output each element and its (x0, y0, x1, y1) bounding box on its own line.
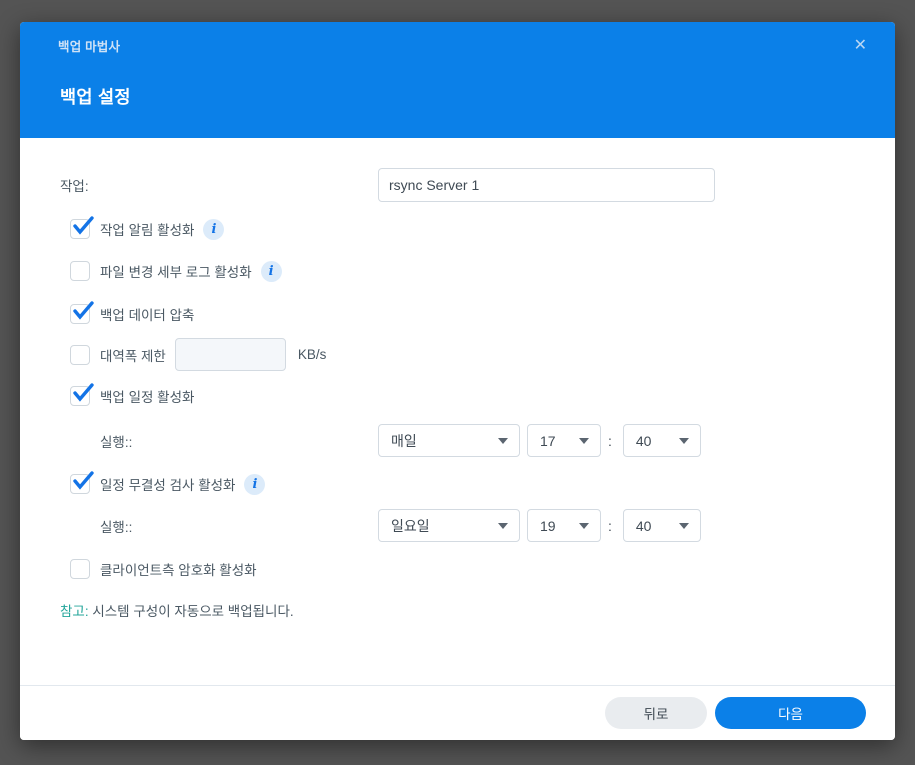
dialog-footer: 뒤로 다음 (20, 685, 895, 740)
titlebar: 백업 마법사 ✕ (20, 22, 895, 56)
next-button[interactable]: 다음 (715, 697, 866, 729)
compress-row: 백업 데이터 압축 (70, 301, 195, 325)
chevron-down-icon (579, 437, 589, 444)
backup-wizard-dialog: 백업 마법사 ✕ 백업 설정 작업: 작업 알림 활성화 i 파일 변경 세부 … (20, 22, 895, 740)
bandwidth-input[interactable] (174, 338, 286, 371)
bandwidth-checkbox[interactable] (70, 344, 90, 365)
integrity-row: 일정 무결성 검사 활성화 i (70, 471, 266, 495)
chevron-down-icon (498, 437, 508, 444)
filelog-label: 파일 변경 세부 로그 활성화 (100, 265, 252, 280)
schedule-checkbox[interactable] (70, 383, 94, 406)
info-icon[interactable]: i (260, 260, 282, 282)
page-title: 백업 설정 (60, 87, 131, 107)
schedule-frequency-select[interactable]: 매일 (378, 424, 520, 457)
dialog-title: 백업 마법사 (58, 40, 121, 54)
filelog-row: 파일 변경 세부 로그 활성화 i (70, 260, 282, 282)
schedule-label: 백업 일정 활성화 (100, 390, 195, 405)
schedule-row: 백업 일정 활성화 (70, 383, 195, 407)
schedule-run-controls: 매일 17 : 40 (378, 424, 701, 457)
chevron-down-icon (498, 522, 508, 529)
dialog-header: 백업 마법사 ✕ 백업 설정 (20, 22, 895, 138)
close-icon[interactable]: ✕ (850, 36, 871, 56)
schedule-run-row: 실행:: (100, 424, 132, 457)
filelog-checkbox[interactable] (70, 261, 90, 281)
notify-label: 작업 알림 활성화 (100, 223, 195, 238)
schedule-minute-select[interactable]: 40 (622, 424, 701, 457)
encryption-row: 클라이언트측 암호화 활성화 (70, 558, 257, 580)
note-prefix: 참고: (60, 604, 89, 619)
schedule-hour-select[interactable]: 17 (527, 424, 601, 457)
integrity-hour-select[interactable]: 19 (527, 509, 601, 542)
compress-label: 백업 데이터 압축 (100, 308, 195, 323)
notify-checkbox[interactable] (70, 216, 94, 239)
time-colon: : (608, 517, 612, 534)
integrity-run-label: 실행:: (100, 519, 133, 535)
integrity-run-row: 실행:: (100, 509, 132, 542)
chevron-down-icon (579, 522, 589, 529)
task-name-input[interactable] (378, 168, 715, 202)
integrity-checkbox[interactable] (70, 471, 94, 494)
note-text: 시스템 구성이 자동으로 백업됩니다. (88, 604, 294, 619)
chevron-down-icon (678, 522, 689, 529)
dialog-content: 작업: 작업 알림 활성화 i 파일 변경 세부 로그 활성화 i 백업 데이터… (20, 138, 895, 685)
schedule-run-label: 실행:: (100, 434, 133, 450)
notify-row: 작업 알림 활성화 i (70, 216, 225, 240)
task-label: 작업: (60, 179, 89, 194)
encryption-checkbox[interactable] (70, 559, 90, 579)
info-icon[interactable]: i (244, 473, 266, 495)
integrity-minute-select[interactable]: 40 (622, 509, 701, 542)
bandwidth-label: 대역폭 제한 (100, 348, 166, 364)
bandwidth-unit: KB/s (297, 347, 327, 362)
integrity-run-controls: 일요일 19 : 40 (378, 509, 701, 542)
time-colon: : (608, 432, 612, 449)
chevron-down-icon (678, 437, 689, 444)
back-button[interactable]: 뒤로 (605, 697, 707, 729)
integrity-label: 일정 무결성 검사 활성화 (100, 478, 236, 493)
info-icon[interactable]: i (203, 218, 225, 240)
task-row: 작업: (60, 168, 89, 202)
encryption-label: 클라이언트측 암호화 활성화 (100, 563, 257, 578)
note-row: 참고: 시스템 구성이 자동으로 백업됩니다. (60, 600, 294, 620)
integrity-day-select[interactable]: 일요일 (378, 509, 520, 542)
compress-checkbox[interactable] (70, 301, 94, 324)
bandwidth-row: 대역폭 제한 KB/s (70, 338, 326, 371)
